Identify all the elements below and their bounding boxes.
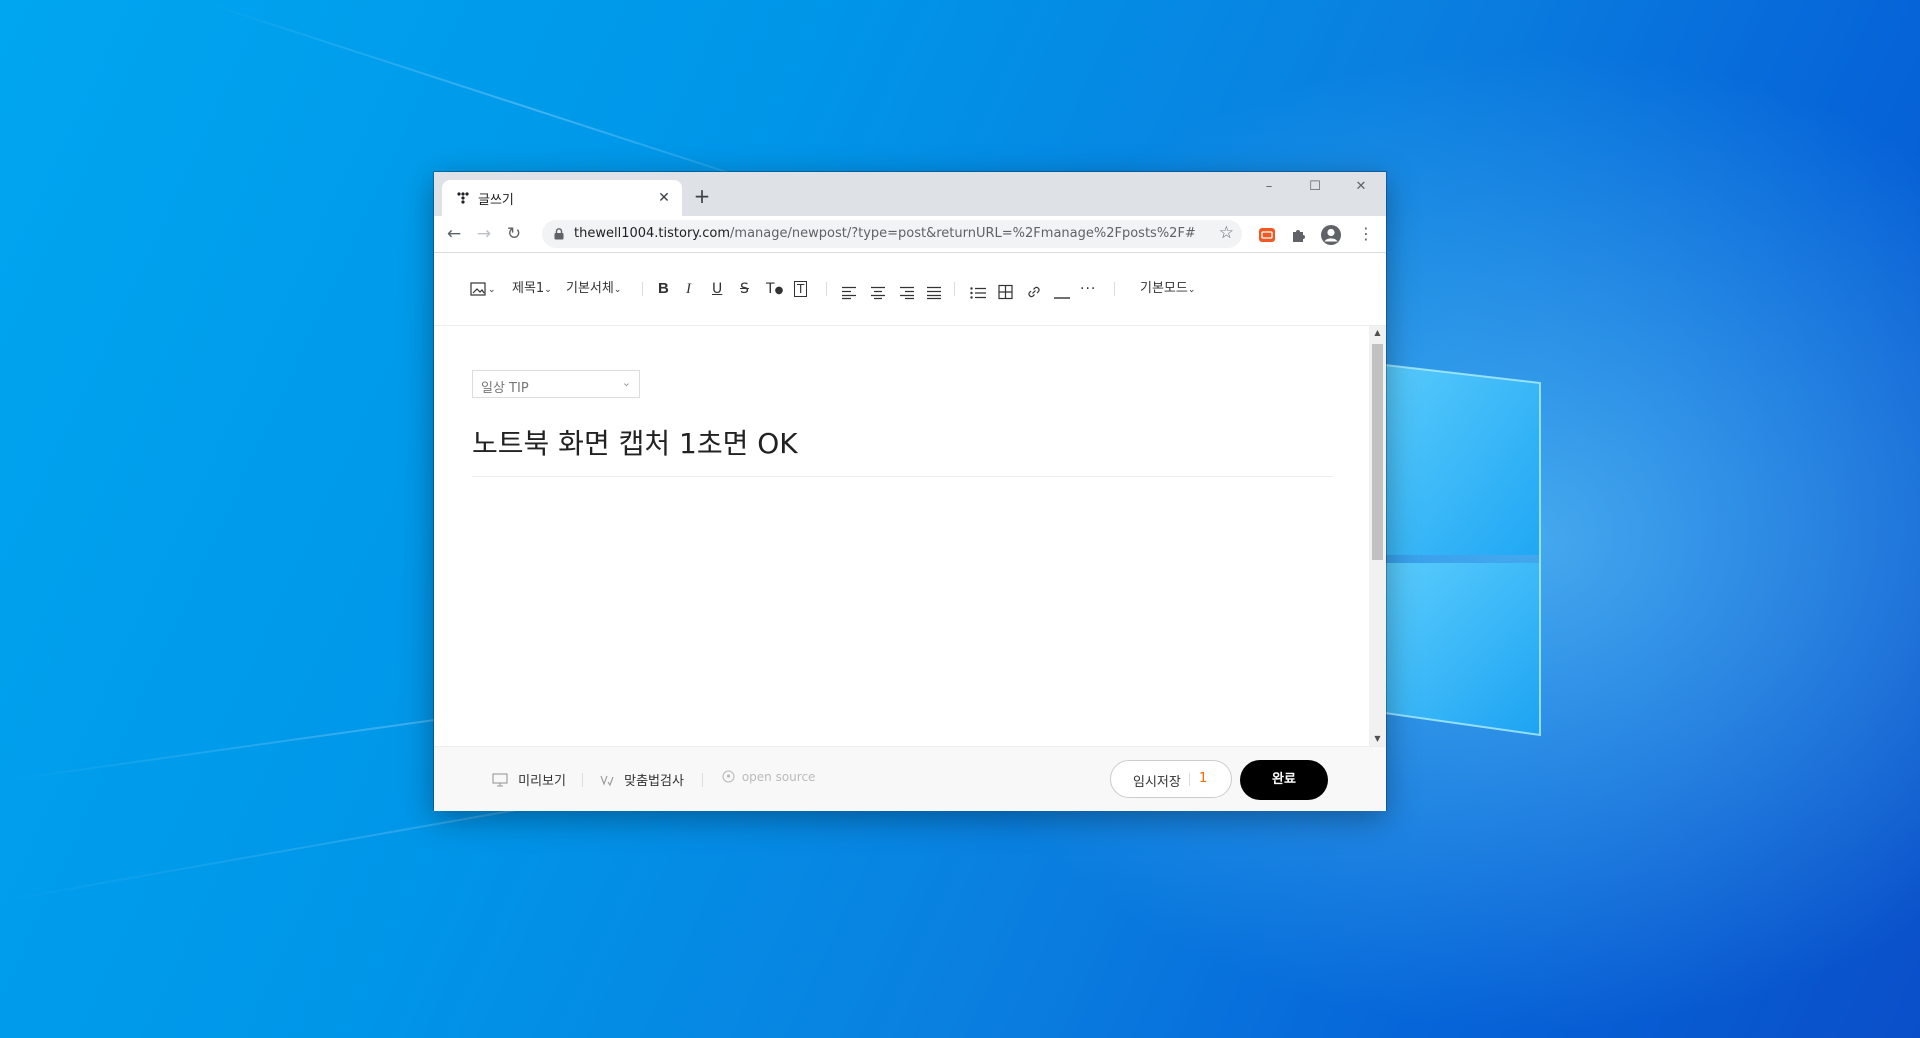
tistory-favicon-icon [457, 192, 469, 204]
editor-mode-dropdown[interactable]: 기본모드⌄ [1140, 279, 1195, 299]
url-path: /manage/newpost/?type=post&returnURL=%2F… [730, 226, 1196, 241]
close-icon[interactable]: ✕ [656, 190, 672, 206]
bold-icon[interactable]: B [658, 279, 669, 299]
preview-label: 미리보기 [518, 774, 566, 789]
toolbar-divider [954, 282, 955, 296]
text-color-icon[interactable]: T● [766, 279, 783, 299]
toolbar-divider [826, 282, 827, 296]
url-host: thewell1004.tistory.com [574, 226, 731, 241]
align-justify-icon[interactable] [926, 283, 942, 303]
minimize-button[interactable]: – [1246, 172, 1292, 202]
tab-title: 글쓰기 [478, 193, 514, 208]
link-icon[interactable] [1026, 282, 1042, 302]
open-source-link[interactable]: open source [722, 770, 815, 784]
heading-dropdown[interactable]: 제목1⌄ [512, 279, 552, 299]
draft-save-label: 임시저장 [1133, 775, 1181, 790]
tab-strip: 글쓰기 ✕ + – ☐ ✕ [434, 172, 1386, 216]
align-center-icon[interactable] [870, 283, 886, 303]
profile-avatar-icon[interactable] [1320, 224, 1342, 246]
reload-icon[interactable]: ↻ [500, 220, 528, 248]
open-source-icon [722, 770, 735, 783]
underline-icon[interactable]: U [712, 279, 722, 299]
table-icon[interactable] [998, 282, 1013, 302]
heading-label: 제목1 [512, 281, 545, 296]
spellcheck-label: 맞춤법검사 [624, 774, 684, 789]
scroll-down-arrow-icon[interactable]: ▼ [1369, 732, 1386, 746]
bookmark-star-icon[interactable]: ☆ [1219, 223, 1234, 243]
forward-arrow-icon[interactable]: → [470, 220, 498, 248]
vertical-scrollbar[interactable]: ▲ ▼ [1369, 326, 1386, 746]
insert-image-icon[interactable]: ⌄ [470, 279, 496, 299]
address-bar[interactable]: thewell1004.tistory.com/manage/newpost/?… [542, 220, 1242, 248]
title-divider [472, 476, 1334, 477]
draft-count[interactable]: 1 [1199, 771, 1207, 786]
publish-button[interactable]: 완료 [1240, 760, 1328, 800]
scroll-thumb[interactable] [1372, 344, 1383, 560]
post-title-input[interactable]: 노트북 화면 캡처 1초면 OK [472, 422, 798, 462]
draft-save-button[interactable]: 임시저장 1 [1110, 760, 1232, 798]
browser-window: 글쓰기 ✕ + – ☐ ✕ ← → ↻ thewell1004.tistory.… [434, 172, 1386, 811]
windows-logo [1385, 364, 1541, 737]
editor-mode-label: 기본모드 [1140, 281, 1188, 296]
footer-divider [702, 773, 703, 787]
more-options-icon[interactable]: ··· [1080, 279, 1096, 299]
toolbar-divider [1114, 282, 1115, 296]
draft-count-divider [1189, 773, 1190, 786]
toolbar-divider [642, 282, 643, 296]
preview-button[interactable]: 미리보기 [492, 770, 566, 789]
horizontal-rule-icon[interactable] [1054, 288, 1070, 308]
extension-dx-icon[interactable] [1258, 226, 1276, 244]
editor-content-area[interactable]: 일상 TIP ⌄ 노트북 화면 캡처 1초면 OK ▲ ▼ [434, 326, 1386, 746]
new-tab-button[interactable]: + [690, 185, 714, 209]
italic-icon[interactable]: I [686, 279, 691, 299]
kebab-menu-icon[interactable]: ⋮ [1352, 220, 1380, 248]
font-label: 기본서체 [566, 281, 614, 296]
monitor-icon [492, 773, 508, 787]
chevron-down-icon: ⌄ [621, 376, 631, 389]
editor-footer: 미리보기 맞춤법검사 open source 임시저장 1 완료 [434, 746, 1386, 811]
footer-divider [582, 773, 583, 787]
scroll-up-arrow-icon[interactable]: ▲ [1369, 326, 1386, 340]
category-select[interactable]: 일상 TIP ⌄ [472, 370, 640, 398]
tab-write-post[interactable]: 글쓰기 ✕ [442, 180, 682, 216]
spellcheck-icon [600, 775, 614, 787]
font-dropdown[interactable]: 기본서체⌄ [566, 279, 621, 299]
puzzle-extensions-icon[interactable] [1290, 226, 1308, 244]
align-right-icon[interactable] [898, 283, 914, 303]
editor-toolbar: ⌄ 제목1⌄ 기본서체⌄ B I U S T● T ··· 기본모드⌄ [434, 253, 1386, 326]
lock-icon [554, 228, 564, 240]
align-left-icon[interactable] [842, 283, 858, 303]
text-background-icon[interactable]: T [794, 279, 808, 299]
spellcheck-button[interactable]: 맞춤법검사 [600, 770, 684, 789]
url-text: thewell1004.tistory.com/manage/newpost/?… [574, 226, 1196, 241]
maximize-button[interactable]: ☐ [1292, 172, 1338, 202]
browser-toolbar: ← → ↻ thewell1004.tistory.com/manage/new… [434, 216, 1386, 253]
back-arrow-icon[interactable]: ← [440, 220, 468, 248]
bullet-list-icon[interactable] [970, 283, 986, 303]
open-source-label: open source [741, 770, 816, 784]
strikethrough-icon[interactable]: S [740, 279, 749, 299]
category-label: 일상 TIP [481, 381, 529, 396]
window-close-button[interactable]: ✕ [1338, 172, 1384, 202]
